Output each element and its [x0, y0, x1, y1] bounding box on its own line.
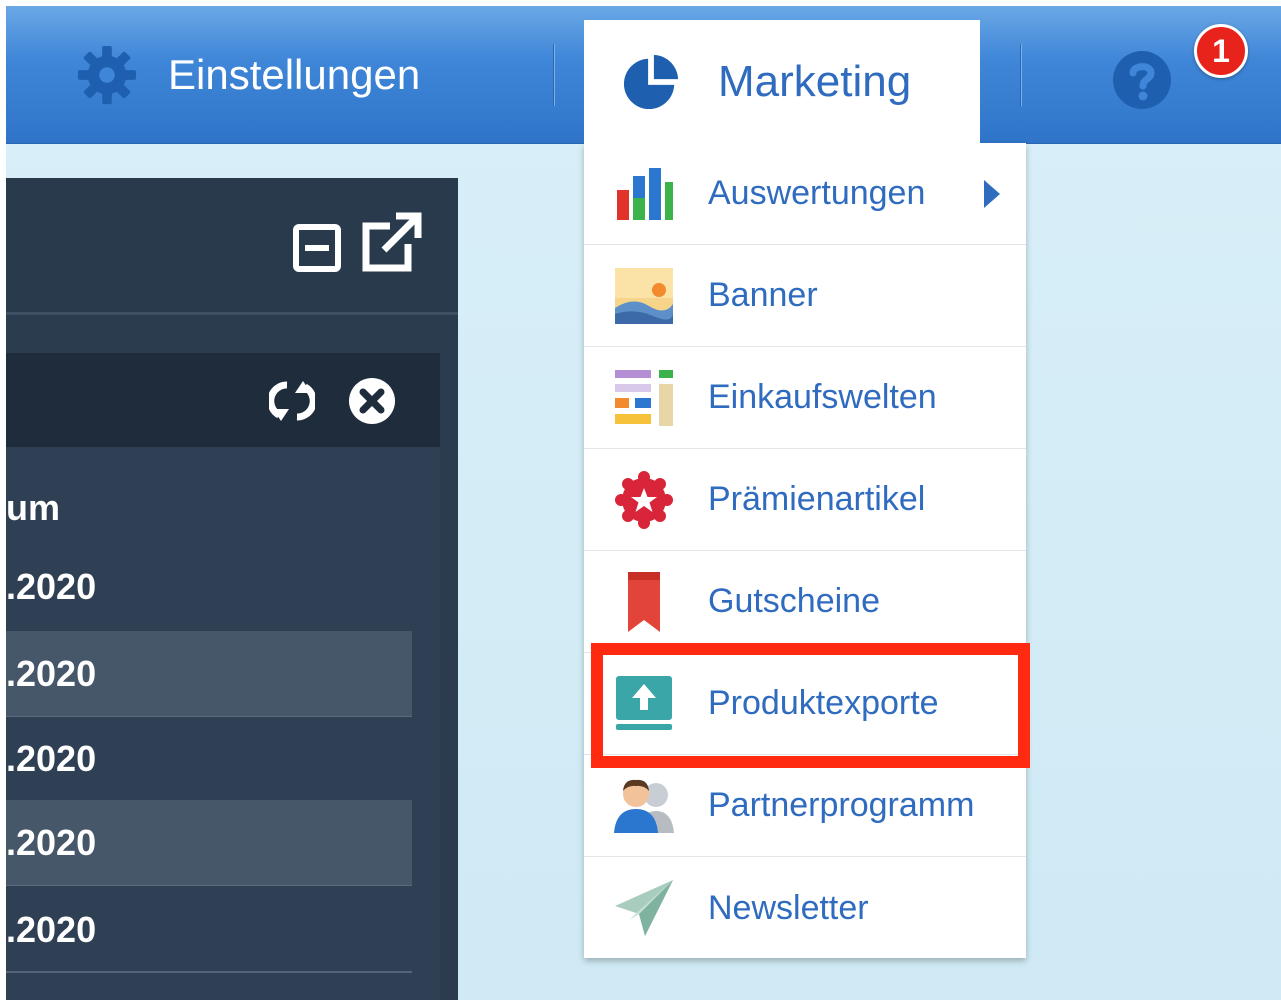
users-partner-icon [614, 776, 674, 836]
external-link-icon[interactable] [360, 212, 422, 274]
dropdown-item-newsletter[interactable]: Newsletter [584, 857, 1026, 959]
data-list: um .2020 .2020 .2020 .2020 .2020 [6, 447, 440, 1000]
minimize-icon[interactable] [293, 224, 341, 272]
menubar-separator [553, 44, 555, 106]
dropdown-item-label: Banner [708, 276, 818, 314]
dropdown-item-label: Auswertungen [708, 174, 926, 212]
dropdown-item-label: Gutscheine [708, 582, 880, 620]
menu-settings[interactable]: Einstellungen [76, 6, 420, 143]
question-circle-icon[interactable] [1112, 50, 1172, 110]
pie-chart-icon [623, 54, 679, 110]
table-row[interactable]: .2020 [6, 800, 412, 886]
dropdown-item-label: Produktexporte [708, 684, 939, 722]
menubar-separator [1020, 44, 1022, 106]
menu-marketing[interactable]: Marketing [584, 20, 980, 144]
bookmark-ribbon-icon [614, 571, 674, 632]
column-header: um [6, 487, 60, 528]
table-row[interactable]: .2020 [6, 716, 412, 802]
dropdown-item-partnerprogramm[interactable]: Partnerprogramm [584, 755, 1026, 857]
chevron-right-icon [984, 179, 1000, 208]
dropdown-item-label: Einkaufswelten [708, 378, 937, 416]
dropdown-item-label: Partnerprogramm [708, 786, 975, 824]
menu-marketing-label: Marketing [718, 57, 912, 106]
dropdown-item-praemienartikel[interactable]: Prämienartikel [584, 449, 1026, 551]
app-viewport: Einstellungen 1 Marketing Auswertungen B… [6, 6, 1281, 1000]
subpanel-header [6, 353, 440, 447]
marketing-dropdown: Auswertungen Banner Einkaufswelten Prämi… [584, 143, 1026, 958]
dropdown-item-produktexporte[interactable]: Produktexporte [584, 653, 1026, 755]
gear-icon [77, 45, 137, 104]
dropdown-item-label: Prämienartikel [708, 480, 926, 518]
table-row[interactable]: .2020 [6, 887, 412, 973]
window-header [6, 178, 458, 315]
image-landscape-icon [614, 266, 674, 326]
dropdown-item-gutscheine[interactable]: Gutscheine [584, 551, 1026, 653]
dropdown-item-auswertungen[interactable]: Auswertungen [584, 143, 1026, 245]
notification-badge[interactable]: 1 [1194, 24, 1248, 78]
table-row[interactable]: .2020 [6, 631, 412, 717]
dropdown-item-einkaufswelten[interactable]: Einkaufswelten [584, 347, 1026, 449]
table-row[interactable]: .2020 [6, 544, 412, 630]
dropdown-item-banner[interactable]: Banner [584, 245, 1026, 347]
paper-plane-icon [614, 878, 674, 938]
close-circle-icon[interactable] [348, 377, 396, 425]
dropdown-item-label: Newsletter [708, 888, 869, 927]
layout-grid-icon [614, 368, 674, 428]
upload-export-icon [614, 674, 674, 734]
background-window: um .2020 .2020 .2020 .2020 .2020 [6, 178, 458, 1000]
refresh-icon[interactable] [269, 379, 315, 423]
award-badge-icon [614, 470, 674, 530]
menu-settings-label: Einstellungen [168, 50, 421, 98]
bar-chart-icon [614, 164, 674, 224]
